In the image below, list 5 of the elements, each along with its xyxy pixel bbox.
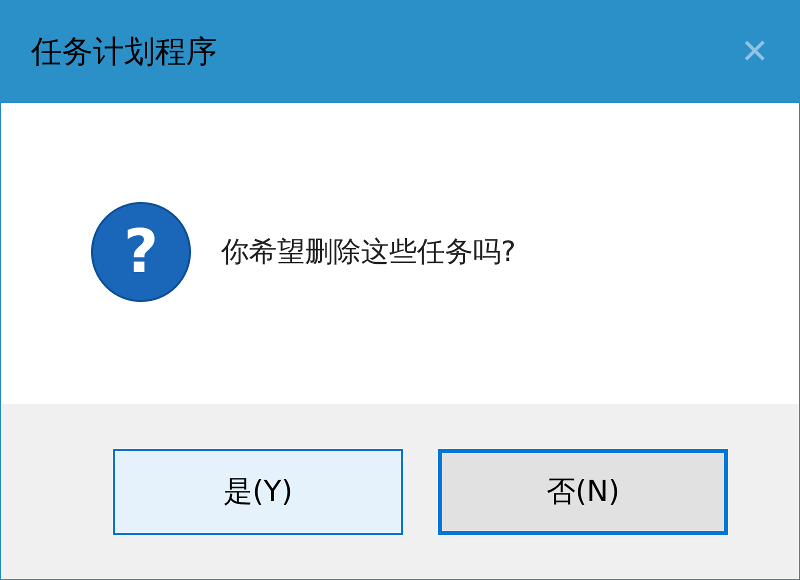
message-text: 你希望删除这些任务吗?: [221, 234, 516, 270]
window-title: 任务计划程序: [31, 32, 217, 72]
dialog-button[interactable]: 否(N): [438, 448, 728, 534]
dialog-button[interactable]: 是(Y): [113, 448, 403, 534]
question-icon: ?: [91, 202, 191, 302]
